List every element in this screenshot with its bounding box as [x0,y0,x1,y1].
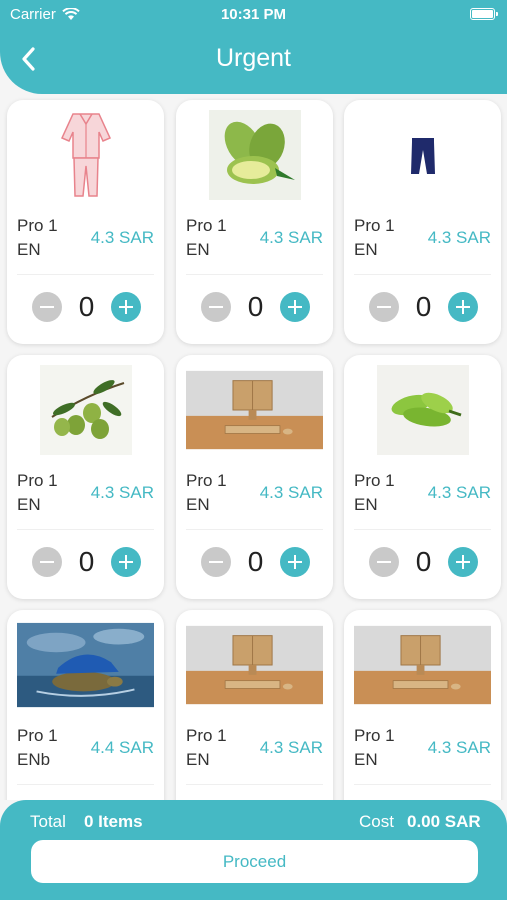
product-name: Pro 1 EN [17,216,58,259]
card-divider [354,529,491,530]
quantity-value: 0 [247,291,264,322]
decrease-quantity-button[interactable] [201,292,231,322]
product-card[interactable]: Pro 1 EN 4.3 SAR 0 [7,100,164,344]
product-image [186,365,323,455]
cart-footer: Total 0 Items Cost 0.00 SAR Proceed [0,800,507,900]
product-price: 4.3 SAR [427,483,491,502]
product-price: 4.3 SAR [427,738,491,757]
product-price: 4.3 SAR [259,738,323,757]
card-divider [186,784,323,785]
product-image [186,110,323,200]
quantity-value: 0 [415,546,432,577]
product-image [17,110,154,200]
page-title: Urgent [215,44,292,72]
cost-value: 0.00 SAR [407,812,481,831]
product-card[interactable]: Pro 1 EN4.3 SAR0 [344,610,501,800]
product-name: Pro 1 EN [354,726,395,769]
card-divider [17,274,154,275]
product-image [186,620,323,710]
card-divider [186,529,323,530]
card-divider [17,784,154,785]
product-image [354,620,491,710]
product-name: Pro 1 EN [186,471,227,514]
decrease-quantity-button[interactable] [369,547,399,577]
increase-quantity-button[interactable] [448,292,478,322]
product-image [17,365,154,455]
decrease-quantity-button[interactable] [32,547,62,577]
product-name: Pro 1 EN [354,216,395,259]
product-image [354,365,491,455]
product-image [354,110,491,200]
product-price: 4.3 SAR [259,483,323,502]
increase-quantity-button[interactable] [280,292,310,322]
total-label: Total [30,812,66,831]
product-card[interactable]: Pro 1 EN 4.3 SAR 0 [7,355,164,599]
product-price: 4.3 SAR [90,483,154,502]
product-name: Pro 1 EN [186,726,227,769]
product-card[interactable]: Pro 1 EN 4.3 SAR 0 [176,100,333,344]
quantity-value: 0 [415,291,432,322]
cost-label: Cost [359,812,394,831]
proceed-button[interactable]: Proceed [31,840,478,883]
product-name: Pro 1 EN [186,216,227,259]
product-name: Pro 1 EN [354,471,395,514]
decrease-quantity-button[interactable] [369,292,399,322]
product-image [17,620,154,710]
quantity-value: 0 [78,546,95,577]
product-card[interactable]: Pro 1 EN4.3 SAR0 [176,610,333,800]
battery-icon [470,8,498,20]
total-items: 0 Items [84,812,143,831]
product-price: 4.3 SAR [427,228,491,247]
increase-quantity-button[interactable] [280,547,310,577]
product-grid[interactable]: Pro 1 EN 4.3 SAR 0 Pro 1 EN 4.3 SAR 0 Pro 1 EN… [0,94,507,800]
quantity-value: 0 [78,291,95,322]
product-card[interactable]: Pro 1 EN 4.3 SAR 0 [176,355,333,599]
card-divider [186,274,323,275]
increase-quantity-button[interactable] [111,292,141,322]
product-price: 4.3 SAR [259,228,323,247]
increase-quantity-button[interactable] [448,547,478,577]
product-card[interactable]: Pro 1 EN 4.3 SAR 0 [344,355,501,599]
quantity-value: 0 [247,546,264,577]
product-price: 4.4 SAR [90,738,154,757]
increase-quantity-button[interactable] [111,547,141,577]
status-time: 10:31 PM [220,6,287,23]
card-divider [354,274,491,275]
decrease-quantity-button[interactable] [32,292,62,322]
product-name: Pro 1 EN [17,471,58,514]
header-bar: Carrier 10:31 PM Urgent [0,0,507,94]
decrease-quantity-button[interactable] [201,547,231,577]
status-bar: Carrier 10:31 PM [0,0,507,30]
product-price: 4.3 SAR [90,228,154,247]
card-divider [17,529,154,530]
card-divider [354,784,491,785]
product-card[interactable]: Pro 1 EN 4.3 SAR 0 [344,100,501,344]
product-name: Pro 1 ENb [17,726,58,769]
product-card[interactable]: Pro 1 ENb4.4 SAR0 [7,610,164,800]
